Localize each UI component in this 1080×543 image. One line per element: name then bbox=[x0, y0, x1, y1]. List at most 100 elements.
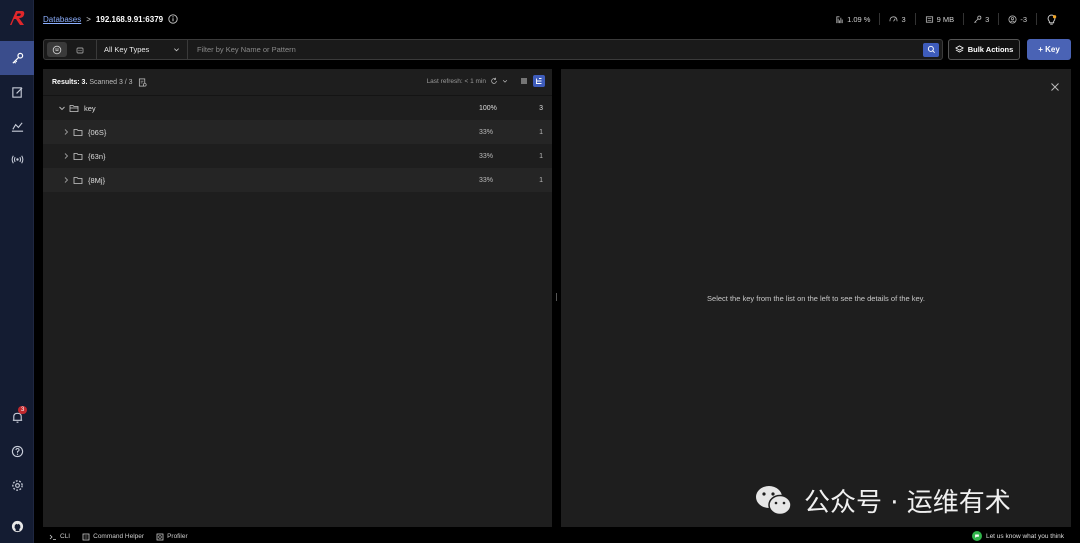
chevron-right-icon bbox=[64, 129, 69, 135]
list-icon bbox=[521, 78, 527, 84]
cli-label: CLI bbox=[60, 533, 71, 540]
key-list-header: Results: 3. Scanned 3 / 3 Last refresh: … bbox=[43, 69, 552, 96]
scan-more-icon[interactable] bbox=[138, 77, 147, 87]
edit-icon bbox=[11, 86, 23, 98]
chart-icon bbox=[11, 121, 23, 132]
add-key-button[interactable]: + Key bbox=[1027, 39, 1071, 60]
folder-count: 3 bbox=[539, 104, 543, 112]
folder-icon bbox=[73, 153, 83, 160]
key-type-label: All Key Types bbox=[104, 45, 150, 54]
top-bar: Databases > 192.168.9.91:6379 1.09 % 3 9… bbox=[34, 0, 1080, 38]
info-icon[interactable] bbox=[168, 14, 178, 24]
folder-icon bbox=[73, 129, 83, 136]
breadcrumb-separator: > bbox=[86, 14, 91, 24]
view-toggle bbox=[518, 75, 545, 87]
watermark: 公众号 · 运维有术 bbox=[754, 482, 1011, 519]
close-icon[interactable] bbox=[1049, 81, 1061, 93]
clients-stat: -3 bbox=[999, 13, 1037, 25]
key-list-panel: Results: 3. Scanned 3 / 3 Last refresh: … bbox=[43, 69, 552, 527]
wechat-logo-icon bbox=[756, 485, 792, 515]
search-button[interactable] bbox=[923, 42, 939, 57]
list-view-button[interactable] bbox=[518, 75, 530, 87]
bulk-actions-label: Bulk Actions bbox=[967, 45, 1014, 54]
breadcrumb: Databases > 192.168.9.91:6379 bbox=[43, 14, 178, 24]
refresh-icon[interactable] bbox=[490, 77, 498, 85]
keys-stat: 3 bbox=[964, 13, 1000, 25]
tree-folder-row[interactable]: {06S} 33% 1 bbox=[43, 120, 552, 144]
profiler-button[interactable]: Profiler bbox=[156, 533, 188, 541]
key-details-panel: Select the key from the list on the left… bbox=[561, 69, 1071, 527]
clients-value: -3 bbox=[1020, 14, 1027, 24]
help-button[interactable] bbox=[0, 434, 34, 468]
cpu-icon bbox=[836, 15, 843, 23]
refresh-status: Last refresh: < 1 min bbox=[427, 77, 508, 85]
tree-folder-row[interactable]: {8Mj} 33% 1 bbox=[43, 168, 552, 192]
tree-view-button[interactable] bbox=[533, 75, 545, 87]
chevron-down-icon bbox=[174, 48, 179, 52]
chevron-down-icon bbox=[59, 106, 65, 111]
key-filter-input[interactable] bbox=[188, 40, 923, 59]
key-type-select[interactable]: All Key Types bbox=[96, 39, 188, 60]
ops-stat: 3 bbox=[880, 13, 916, 25]
clients-icon bbox=[1008, 14, 1017, 24]
details-empty-message: Select the key from the list on the left… bbox=[707, 294, 925, 303]
folder-name: key bbox=[84, 103, 96, 113]
key-filter-bar: All Key Types bbox=[43, 39, 943, 60]
results-summary: Results: 3. Scanned 3 / 3 bbox=[52, 79, 133, 86]
sidebar: 3 bbox=[0, 0, 34, 543]
folder-count: 1 bbox=[539, 176, 543, 184]
broadcast-icon bbox=[11, 155, 23, 163]
folder-name: {63n} bbox=[88, 151, 106, 161]
command-helper-label: Command Helper bbox=[93, 533, 145, 540]
help-icon bbox=[11, 445, 23, 457]
chevron-down-icon[interactable] bbox=[502, 78, 508, 84]
terminal-icon bbox=[49, 534, 56, 540]
chevron-right-icon bbox=[64, 153, 69, 159]
feedback-icon bbox=[971, 531, 982, 541]
feedback-link[interactable]: Let us know what you think bbox=[971, 531, 1064, 541]
notifications-button[interactable]: 3 bbox=[0, 400, 34, 434]
panel-resize-handle[interactable] bbox=[552, 69, 561, 527]
memory-value: 9 MB bbox=[936, 14, 955, 24]
browser-mode-button[interactable] bbox=[47, 42, 67, 57]
databases-link[interactable]: Databases bbox=[43, 15, 81, 24]
gauge-icon bbox=[889, 15, 898, 22]
resize-grip bbox=[556, 293, 557, 301]
watermark-text: 公众号 · 运维有术 bbox=[804, 488, 1011, 518]
command-helper-button[interactable]: Command Helper bbox=[82, 533, 144, 541]
chevron-right-icon bbox=[64, 177, 69, 183]
pubsub-nav-button[interactable] bbox=[0, 142, 34, 176]
memory-stat: 9 MB bbox=[916, 13, 965, 25]
profiler-label: Profiler bbox=[167, 533, 188, 540]
key-icon bbox=[974, 15, 982, 23]
layers-icon bbox=[954, 45, 964, 53]
folder-open-icon bbox=[69, 105, 79, 112]
search-mode-button[interactable] bbox=[70, 42, 90, 57]
cpu-value: 1.09 % bbox=[847, 14, 871, 24]
github-button[interactable] bbox=[0, 509, 34, 543]
tree-folder-row[interactable]: {63n} 33% 1 bbox=[43, 144, 552, 168]
notification-badge: 3 bbox=[18, 406, 28, 414]
keys-value: 3 bbox=[985, 14, 990, 24]
cpu-stat: 1.09 % bbox=[826, 13, 881, 25]
feedback-label: Let us know what you think bbox=[985, 532, 1064, 540]
workbench-nav-button[interactable] bbox=[0, 75, 34, 109]
tree-folder-row[interactable]: key 100% 3 bbox=[43, 96, 552, 120]
redis-logo[interactable] bbox=[7, 8, 27, 28]
filter-mode-icon bbox=[52, 45, 62, 54]
browser-nav-button[interactable] bbox=[0, 41, 34, 75]
search-icon bbox=[927, 45, 935, 53]
insights-stat[interactable] bbox=[1037, 13, 1066, 25]
ops-value: 3 bbox=[901, 14, 906, 24]
settings-button[interactable] bbox=[0, 468, 34, 502]
folder-count: 1 bbox=[539, 128, 543, 136]
analysis-nav-button[interactable] bbox=[0, 109, 34, 143]
database-host: 192.168.9.91:6379 bbox=[95, 14, 164, 24]
lightbulb-icon bbox=[1047, 14, 1057, 25]
folder-icon bbox=[73, 177, 83, 184]
folder-percent: 33% bbox=[479, 176, 494, 184]
last-refresh-text: Last refresh: < 1 min bbox=[426, 77, 486, 85]
bulk-actions-button[interactable]: Bulk Actions bbox=[948, 39, 1020, 60]
cli-button[interactable]: CLI bbox=[49, 533, 70, 541]
github-icon bbox=[11, 520, 23, 532]
